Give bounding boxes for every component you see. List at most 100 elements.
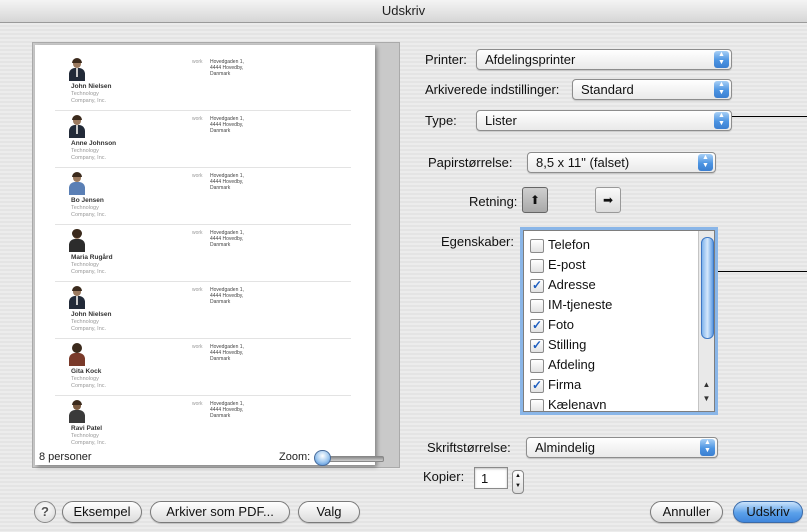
address-label: work (192, 230, 203, 236)
list-item-label: Stilling (548, 337, 587, 352)
window-title: Udskriv (0, 0, 807, 23)
contact-company: Company, Inc. (71, 98, 107, 104)
checkbox-adresse[interactable]: ✓ (530, 279, 544, 293)
contact-name: Gita Kock (71, 368, 102, 375)
contact-photo (69, 115, 85, 138)
contact-title: Technology (71, 433, 99, 439)
preview-contact-card: Anne Johnson Technology Company, Inc. wo… (55, 110, 351, 168)
print-button[interactable]: Udskriv (733, 501, 803, 523)
contact-photo (69, 286, 85, 309)
properties-scrollbar[interactable]: ▲ ▼ (698, 231, 714, 411)
preview-contact-card: Ravi Patel Technology Company, Inc. work… (55, 395, 351, 452)
address-label: work (192, 287, 203, 293)
contact-name: Maria Rugård (71, 254, 113, 261)
contact-address: Hovedgaden 1, 4444 Hovedby, Danmark (210, 287, 244, 305)
scrollbar-thumb[interactable] (701, 237, 714, 339)
font-size-value: Almindelig (535, 440, 595, 455)
contact-title: Technology (71, 91, 99, 97)
contact-title: Technology (71, 262, 99, 268)
callout-line (718, 271, 807, 272)
scroll-down-arrow-icon[interactable]: ▼ (701, 393, 712, 405)
paper-size-label: Papirstørrelse: (428, 155, 513, 170)
font-size-label: Skriftstørrelse: (427, 440, 511, 455)
callout-line (732, 116, 807, 117)
zoom-slider-thumb[interactable] (314, 450, 331, 466)
contact-count: 8 personer (39, 451, 92, 463)
contact-title: Technology (71, 205, 99, 211)
contact-name: John Nielsen (71, 311, 112, 318)
contact-company: Company, Inc. (71, 155, 107, 161)
copies-field[interactable]: 1 (474, 467, 508, 489)
popup-arrows-icon: ▲ ▼ (714, 112, 729, 129)
printer-label: Printer: (425, 52, 467, 67)
contact-address: Hovedgaden 1, 4444 Hovedby, Danmark (210, 116, 244, 134)
popup-arrows-icon: ▲ ▼ (698, 154, 713, 171)
presets-label: Arkiverede indstillinger: (425, 82, 560, 97)
list-item-label: Adresse (548, 277, 596, 292)
presets-value: Standard (581, 82, 634, 97)
checkbox-firma[interactable]: ✓ (530, 379, 544, 393)
list-item-label: IM-tjeneste (548, 297, 613, 312)
contact-name: Anne Johnson (71, 140, 117, 147)
checkbox-afdeling[interactable] (530, 359, 544, 373)
checkbox-e-post[interactable] (530, 259, 544, 273)
contact-address: Hovedgaden 1, 4444 Hovedby, Danmark (210, 173, 244, 191)
preview-page: John Nielsen Technology Company, Inc. wo… (35, 45, 375, 465)
printer-value: Afdelingsprinter (485, 52, 576, 67)
printer-popup[interactable]: Afdelingsprinter ▲ ▼ (476, 49, 732, 70)
contact-photo (69, 400, 85, 423)
checkbox-telefon[interactable] (530, 239, 544, 253)
properties-list[interactable]: Telefon E-post ✓ Adresse IM-tjeneste ✓ F… (523, 230, 715, 412)
popup-arrows-icon: ▲ ▼ (714, 81, 729, 98)
type-value: Lister (485, 113, 517, 128)
contact-company: Company, Inc. (71, 440, 107, 446)
zoom-slider-track[interactable] (322, 456, 384, 462)
contact-company: Company, Inc. (71, 212, 107, 218)
print-preview: John Nielsen Technology Company, Inc. wo… (32, 42, 400, 468)
address-label: work (192, 344, 203, 350)
contact-company: Company, Inc. (71, 269, 107, 275)
paper-size-popup[interactable]: 8,5 x 11" (falset) ▲ ▼ (527, 152, 716, 173)
address-label: work (192, 116, 203, 122)
contact-company: Company, Inc. (71, 383, 107, 389)
preview-contact-card: Gita Kock Technology Company, Inc. work … (55, 338, 351, 396)
contact-address: Hovedgaden 1, 4444 Hovedby, Danmark (210, 401, 244, 419)
contact-photo (69, 172, 85, 195)
font-size-popup[interactable]: Almindelig ▲ ▼ (526, 437, 718, 458)
cancel-button[interactable]: Annuller (650, 501, 723, 523)
contact-company: Company, Inc. (71, 326, 107, 332)
contact-photo (69, 229, 85, 252)
options-button[interactable]: Valg (298, 501, 360, 523)
preview-contact-card: Maria Rugård Technology Company, Inc. wo… (55, 224, 351, 282)
checkbox-stilling[interactable]: ✓ (530, 339, 544, 353)
checkbox-kaelenavn[interactable] (530, 399, 544, 411)
save-as-pdf-button[interactable]: Arkiver som PDF... (150, 501, 290, 523)
preview-button[interactable]: Eksempel (62, 501, 142, 523)
preview-contact-card: Bo Jensen Technology Company, Inc. work … (55, 167, 351, 225)
type-popup[interactable]: Lister ▲ ▼ (476, 110, 732, 131)
landscape-orientation-button[interactable]: ➡ (595, 187, 621, 213)
checkbox-im-tjeneste[interactable] (530, 299, 544, 313)
scroll-up-arrow-icon[interactable]: ▲ (701, 379, 712, 391)
list-item-label: Foto (548, 317, 575, 332)
address-label: work (192, 173, 203, 179)
type-label: Type: (425, 113, 457, 128)
copies-stepper[interactable]: ▲ ▼ (512, 470, 524, 494)
list-item-label: Kælenavn (548, 397, 607, 412)
presets-popup[interactable]: Standard ▲ ▼ (572, 79, 732, 100)
zoom-label: Zoom: (279, 451, 311, 463)
portrait-orientation-button[interactable]: ⬆ (522, 187, 548, 213)
list-item-label: E-post (548, 257, 586, 272)
orientation-label: Retning: (469, 194, 518, 209)
address-label: work (192, 401, 203, 407)
paper-size-value: 8,5 x 11" (falset) (536, 155, 630, 170)
help-button[interactable]: ? (34, 501, 56, 523)
address-label: work (192, 59, 203, 65)
contact-title: Technology (71, 319, 99, 325)
properties-label: Egenskaber: (441, 234, 514, 249)
contact-title: Technology (71, 376, 99, 382)
contact-photo (69, 58, 85, 81)
checkbox-foto[interactable]: ✓ (530, 319, 544, 333)
list-item-label: Telefon (548, 237, 590, 252)
popup-arrows-icon: ▲ ▼ (714, 51, 729, 68)
